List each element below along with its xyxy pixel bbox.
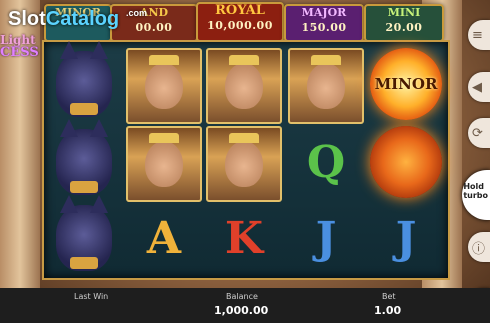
- symbol-cleopatra: [206, 126, 282, 202]
- turbo-label: turbo: [463, 191, 488, 200]
- symbol-j: J: [288, 200, 364, 276]
- letter-j: J: [395, 212, 417, 264]
- symbol-cleopatra: [288, 48, 364, 124]
- symbol-a: A: [126, 200, 202, 276]
- jackpot-grand-name: AND: [139, 6, 169, 19]
- bottom-bar: Last Win Balance 1,000.00 Bet 1.00: [0, 288, 490, 323]
- last-win-label: Last Win: [74, 292, 109, 301]
- jackpot-mini: MINI 20.00: [364, 4, 444, 42]
- sound-button[interactable]: ◀: [468, 72, 490, 102]
- symbol-cat: [46, 195, 122, 276]
- letter-j: J: [315, 212, 337, 264]
- letter-q: Q: [306, 136, 346, 188]
- speaker-icon: ◀: [472, 79, 482, 95]
- menu-button[interactable]: ≡: [468, 20, 490, 50]
- sun-icon: [370, 126, 442, 198]
- jackpot-mini-value: 20.00: [385, 21, 423, 34]
- cleopatra-icon: [137, 133, 191, 195]
- hold-label: Hold: [463, 182, 484, 191]
- letter-k: K: [224, 212, 264, 264]
- autoplay-button[interactable]: ⟳: [468, 118, 490, 148]
- balance-value: 1,000.00: [214, 304, 269, 317]
- symbol-cat: [46, 41, 122, 122]
- symbol-cat: [46, 119, 122, 200]
- symbol-cleopatra: [126, 126, 202, 202]
- game-title-line2: CESS: [0, 45, 39, 60]
- jackpot-grand-value: 00.00: [135, 21, 173, 34]
- info-button[interactable]: ⓘ: [468, 232, 490, 262]
- info-icon: ⓘ: [472, 241, 486, 257]
- cleopatra-icon: [217, 133, 271, 195]
- watermark-suffix: .com: [126, 8, 148, 18]
- letter-a: A: [146, 212, 182, 264]
- bet-value: 1.00: [374, 304, 402, 317]
- balance-label: Balance: [226, 292, 258, 301]
- cleopatra-icon: [217, 55, 271, 117]
- sun-icon: MINOR: [370, 48, 442, 120]
- jackpot-major: MAJOR 150.00: [284, 4, 364, 42]
- jackpot-royal-value: 10,000.00: [207, 19, 273, 32]
- cleopatra-icon: [299, 55, 353, 117]
- symbol-cleopatra: [206, 48, 282, 124]
- jackpot-major-value: 150.00: [301, 21, 347, 34]
- jackpot-royal: ROYAL 10,000.00: [196, 2, 284, 42]
- sun-minor-label: MINOR: [374, 75, 438, 93]
- hamburger-icon: ≡: [472, 27, 483, 43]
- watermark-part1: Slot: [8, 8, 46, 30]
- symbol-sun: [368, 124, 444, 200]
- watermark-part2: Catalog: [45, 8, 120, 30]
- jackpot-major-name: MAJOR: [301, 6, 347, 19]
- reel-area: MINOR Q A K J J: [42, 40, 450, 280]
- turbo-hint: Hold turbo: [463, 182, 488, 200]
- jackpot-grand: AND 00.00: [110, 4, 198, 42]
- symbol-j: J: [368, 200, 444, 276]
- jackpot-mini-name: MINI: [387, 6, 421, 19]
- cat-icon: [56, 119, 112, 195]
- symbol-k: K: [206, 200, 282, 276]
- cat-icon: [56, 41, 112, 117]
- autoplay-icon: ⟳: [472, 125, 483, 141]
- jackpot-royal-name: ROYAL: [215, 3, 265, 18]
- bet-label: Bet: [382, 292, 396, 301]
- symbol-cleopatra: [126, 48, 202, 124]
- cleopatra-icon: [137, 55, 191, 117]
- watermark-logo: SlotCatalog .com: [8, 8, 147, 31]
- cat-icon: [56, 195, 112, 271]
- symbol-q: Q: [288, 124, 364, 200]
- symbol-sun-minor: MINOR: [368, 46, 444, 122]
